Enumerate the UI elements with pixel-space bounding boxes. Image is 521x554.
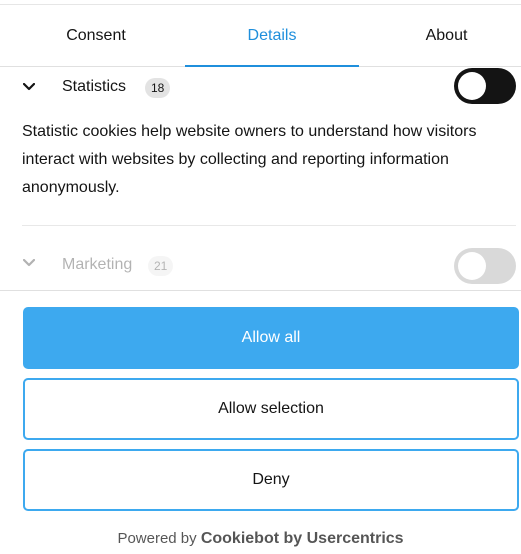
allow-selection-button[interactable]: Allow selection bbox=[23, 378, 519, 440]
category-header-marketing[interactable]: Marketing 21 bbox=[0, 248, 521, 288]
cookie-count-badge: 21 bbox=[148, 256, 174, 276]
powered-by-prefix: Powered by bbox=[117, 530, 197, 547]
tab-details[interactable]: Details bbox=[185, 5, 359, 66]
tab-about[interactable]: About bbox=[372, 5, 521, 66]
cookie-count-badge: 18 bbox=[145, 78, 171, 98]
category-statistics: Statistics 18 bbox=[0, 68, 521, 108]
toggle-knob bbox=[458, 72, 486, 100]
category-header-statistics[interactable]: Statistics 18 bbox=[0, 68, 521, 108]
category-label: Statistics bbox=[62, 78, 127, 95]
toggle-knob bbox=[458, 252, 486, 280]
category-description: Statistic cookies help website owners to… bbox=[22, 123, 477, 196]
chevron-down-icon[interactable] bbox=[22, 256, 36, 270]
category-label: Marketing bbox=[62, 256, 133, 273]
powered-by: Powered by Cookiebot by Usercentrics bbox=[0, 530, 521, 548]
active-tab-indicator bbox=[185, 65, 359, 67]
allow-all-button[interactable]: Allow all bbox=[23, 307, 519, 369]
footer-divider bbox=[0, 290, 521, 291]
tab-bar: Consent Details About bbox=[0, 5, 521, 67]
category-marketing: Marketing 21 bbox=[0, 248, 521, 288]
tab-consent[interactable]: Consent bbox=[0, 5, 192, 66]
category-divider bbox=[22, 225, 516, 226]
cookiebot-brand-link[interactable]: Cookiebot by Usercentrics bbox=[201, 530, 404, 547]
deny-button[interactable]: Deny bbox=[23, 449, 519, 511]
statistics-toggle[interactable] bbox=[454, 68, 516, 104]
chevron-down-icon[interactable] bbox=[22, 80, 36, 94]
marketing-toggle[interactable] bbox=[454, 248, 516, 284]
